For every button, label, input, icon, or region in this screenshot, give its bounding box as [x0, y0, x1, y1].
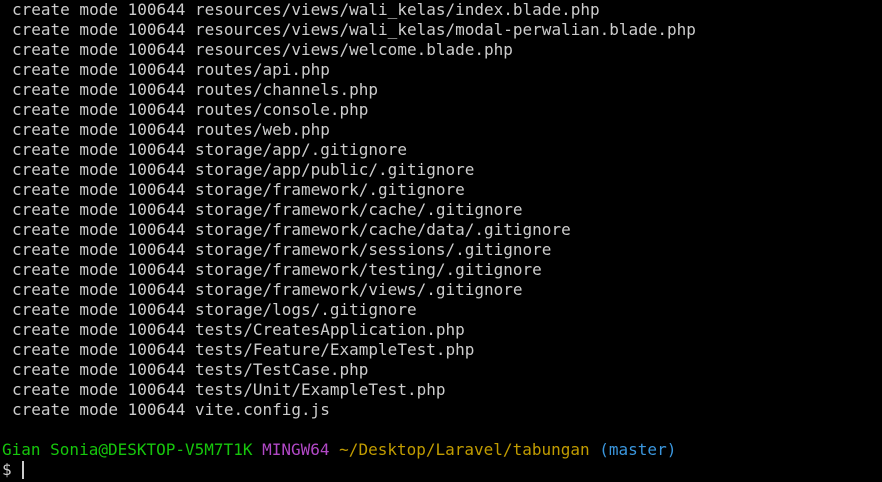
- command-output: create mode 100644 resources/views/wali_…: [0, 0, 882, 420]
- prompt-git-branch: (master): [599, 440, 677, 459]
- output-line: create mode 100644 vite.config.js: [12, 400, 330, 419]
- output-line: create mode 100644 resources/views/welco…: [12, 40, 513, 59]
- output-line: create mode 100644 tests/CreatesApplicat…: [12, 320, 465, 339]
- output-line: create mode 100644 storage/app/.gitignor…: [12, 140, 407, 159]
- prompt-shell-name: MINGW64: [262, 440, 330, 459]
- prompt-symbol: $: [2, 460, 12, 479]
- output-line: create mode 100644 storage/framework/.gi…: [12, 180, 465, 199]
- output-line: create mode 100644 routes/channels.php: [12, 80, 379, 99]
- prompt-info-line: Gian Sonia@DESKTOP-V5M7T1K MINGW64 ~/Des…: [0, 440, 882, 460]
- output-line: create mode 100644 storage/framework/vie…: [12, 280, 523, 299]
- output-line: create mode 100644 tests/TestCase.php: [12, 360, 369, 379]
- output-line: create mode 100644 routes/console.php: [12, 100, 369, 119]
- prompt-working-directory: ~/Desktop/Laravel/tabungan: [339, 440, 590, 459]
- prompt-user-host: Gian Sonia@DESKTOP-V5M7T1K: [2, 440, 253, 459]
- output-line: create mode 100644 storage/logs/.gitigno…: [12, 300, 417, 319]
- output-line: create mode 100644 tests/Unit/ExampleTes…: [12, 380, 446, 399]
- output-line: create mode 100644 storage/framework/cac…: [12, 200, 523, 219]
- output-line: create mode 100644 tests/Feature/Example…: [12, 340, 475, 359]
- output-line: create mode 100644 resources/views/wali_…: [12, 0, 600, 19]
- terminal-window[interactable]: create mode 100644 resources/views/wali_…: [0, 0, 882, 482]
- output-line: create mode 100644 storage/framework/ses…: [12, 240, 552, 259]
- output-line: create mode 100644 storage/framework/cac…: [12, 220, 571, 239]
- output-line: create mode 100644 routes/api.php: [12, 60, 330, 79]
- command-input-line[interactable]: $: [0, 460, 882, 480]
- text-cursor: [22, 461, 25, 479]
- output-line: create mode 100644 storage/framework/tes…: [12, 260, 542, 279]
- output-line: create mode 100644 resources/views/wali_…: [12, 20, 696, 39]
- output-line: create mode 100644 storage/app/public/.g…: [12, 160, 475, 179]
- output-line: create mode 100644 routes/web.php: [12, 120, 330, 139]
